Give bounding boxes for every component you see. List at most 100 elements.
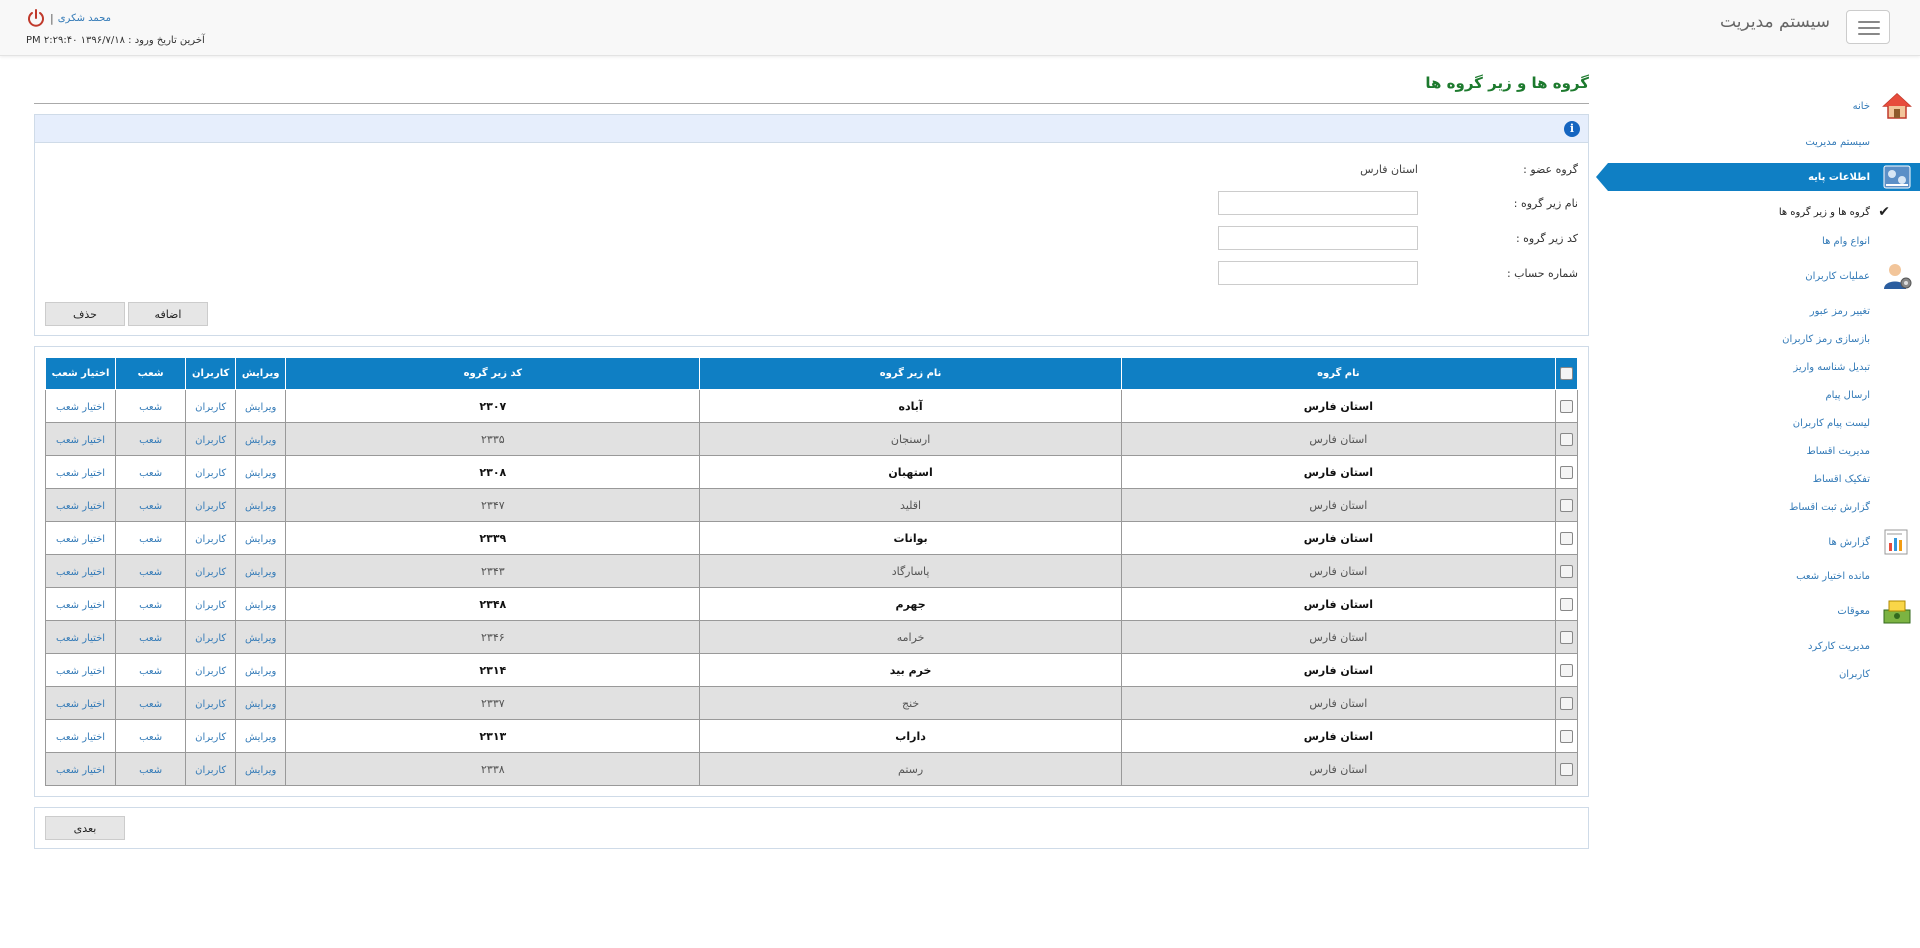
users-link[interactable]: کاربران <box>195 732 226 743</box>
sidebar-item-loan-types[interactable]: انواع وام ها <box>1608 227 1920 255</box>
edit-link[interactable]: ویرایش <box>245 435 276 446</box>
row-checkbox[interactable] <box>1560 465 1573 479</box>
branch-authority-link[interactable]: اختیار شعب <box>56 567 105 578</box>
edit-link-cell: ویرایش <box>235 488 287 522</box>
row-checkbox[interactable] <box>1560 630 1573 644</box>
branches-link[interactable]: شعب <box>139 501 162 512</box>
sidebar-item-performance-management[interactable]: مدیریت کارکرد <box>1608 632 1920 660</box>
row-select-cell <box>1555 455 1578 489</box>
row-checkbox[interactable] <box>1560 498 1573 512</box>
sidebar-item-reports[interactable]: گزارش ها <box>1608 528 1920 556</box>
users-link[interactable]: کاربران <box>195 468 226 479</box>
edit-link[interactable]: ویرایش <box>245 765 276 776</box>
branches-link[interactable]: شعب <box>139 732 162 743</box>
edit-link[interactable]: ویرایش <box>245 567 276 578</box>
subgroup-name-input[interactable] <box>1218 191 1418 215</box>
branch-authority-link[interactable]: اختیار شعب <box>56 501 105 512</box>
users-link[interactable]: کاربران <box>195 600 226 611</box>
users-link[interactable]: کاربران <box>195 534 226 545</box>
branches-link[interactable]: شعب <box>139 666 162 677</box>
edit-link-cell: ویرایش <box>235 620 287 654</box>
sidebar-item-installment-management[interactable]: مدیریت اقساط <box>1608 437 1920 465</box>
select-all-checkbox[interactable] <box>1560 367 1573 380</box>
branches-link[interactable]: شعب <box>139 402 162 413</box>
branch-authority-link[interactable]: اختیار شعب <box>56 435 105 446</box>
next-button[interactable]: بعدی <box>45 816 125 840</box>
row-checkbox[interactable] <box>1560 564 1573 578</box>
edit-link[interactable]: ویرایش <box>245 633 276 644</box>
row-checkbox[interactable] <box>1560 696 1573 710</box>
row-checkbox[interactable] <box>1560 729 1573 743</box>
sidebar-item-send-message[interactable]: ارسال پیام <box>1608 381 1920 409</box>
sidebar-item-convert-deposit-id[interactable]: تبدیل شناسه واریز <box>1608 353 1920 381</box>
branches-link[interactable]: شعب <box>139 534 162 545</box>
row-checkbox[interactable] <box>1560 663 1573 677</box>
users-link[interactable]: کاربران <box>195 435 226 446</box>
edit-link[interactable]: ویرایش <box>245 501 276 512</box>
branches-link[interactable]: شعب <box>139 765 162 776</box>
sidebar-item-installment-report[interactable]: گزارش ثبت اقساط <box>1608 493 1920 521</box>
power-icon[interactable] <box>26 8 46 28</box>
user-info: محمد شکری | <box>26 8 111 28</box>
users-link[interactable]: کاربران <box>195 501 226 512</box>
subgroup-code-input[interactable] <box>1218 226 1418 250</box>
sidebar-item-groups[interactable]: ✔ گروه ها و زیر گروه ها <box>1608 198 1920 226</box>
branches-link[interactable]: شعب <box>139 435 162 446</box>
users-link[interactable]: کاربران <box>195 402 226 413</box>
cell-subgroup-name: خرم بید <box>699 653 1122 687</box>
row-checkbox[interactable] <box>1560 762 1573 776</box>
row-checkbox[interactable] <box>1560 432 1573 446</box>
brand-title[interactable]: سیستم مدیریت <box>1720 12 1830 32</box>
row-checkbox[interactable] <box>1560 597 1573 611</box>
sidebar-item-branch-balance[interactable]: مانده اختیار شعب <box>1608 562 1920 590</box>
menu-toggle-button[interactable] <box>1846 10 1890 44</box>
branch-authority-link[interactable]: اختیار شعب <box>56 468 105 479</box>
row-checkbox[interactable] <box>1560 399 1573 413</box>
sidebar-item-home[interactable]: خانه <box>1608 92 1920 120</box>
user-name-link[interactable]: محمد شکری <box>58 13 111 24</box>
branch-authority-link[interactable]: اختیار شعب <box>56 699 105 710</box>
add-button[interactable]: اضافه <box>128 302 208 326</box>
header-users: کاربران <box>185 357 237 390</box>
edit-link[interactable]: ویرایش <box>245 534 276 545</box>
edit-link[interactable]: ویرایش <box>245 402 276 413</box>
sidebar-item-installment-split[interactable]: تفکیک اقساط <box>1608 465 1920 493</box>
users-link[interactable]: کاربران <box>195 633 226 644</box>
branch-authority-link[interactable]: اختیار شعب <box>56 600 105 611</box>
sidebar-item-user-operations[interactable]: عملیات کاربران <box>1608 262 1920 290</box>
sidebar-item-user-messages[interactable]: لیست پیام کاربران <box>1608 409 1920 437</box>
users-link[interactable]: کاربران <box>195 567 226 578</box>
branch-authority-link[interactable]: اختیار شعب <box>56 534 105 545</box>
sidebar-item-change-password[interactable]: تغییر رمز عبور <box>1608 297 1920 325</box>
cell-group-name: استان فارس <box>1120 521 1557 555</box>
branches-link[interactable]: شعب <box>139 600 162 611</box>
users-link[interactable]: کاربران <box>195 666 226 677</box>
branches-link[interactable]: شعب <box>139 468 162 479</box>
branches-link[interactable]: شعب <box>139 633 162 644</box>
sidebar-item-system-management[interactable]: سیستم مدیریت <box>1608 128 1920 156</box>
delete-button[interactable]: حذف <box>45 302 125 326</box>
sidebar-item-basic-info[interactable]: اطلاعات پایه <box>1596 163 1920 191</box>
branch-authority-link[interactable]: اختیار شعب <box>56 633 105 644</box>
edit-link[interactable]: ویرایش <box>245 600 276 611</box>
branches-link[interactable]: شعب <box>139 567 162 578</box>
branch-authority-link[interactable]: اختیار شعب <box>56 765 105 776</box>
report-chart-icon <box>1882 527 1912 557</box>
edit-link[interactable]: ویرایش <box>245 666 276 677</box>
branch-authority-link[interactable]: اختیار شعب <box>56 666 105 677</box>
users-link[interactable]: کاربران <box>195 765 226 776</box>
branch-authority-link[interactable]: اختیار شعب <box>56 732 105 743</box>
sidebar-item-overdue[interactable]: معوقات <box>1608 597 1920 625</box>
sidebar-item-reset-user-passwords[interactable]: بازسازی رمز کاربران <box>1608 325 1920 353</box>
edit-link[interactable]: ویرایش <box>245 732 276 743</box>
users-link[interactable]: کاربران <box>195 699 226 710</box>
account-number-input[interactable] <box>1218 261 1418 285</box>
branches-link-cell: شعب <box>115 422 187 456</box>
branch-authority-link[interactable]: اختیار شعب <box>56 402 105 413</box>
edit-link[interactable]: ویرایش <box>245 468 276 479</box>
edit-link[interactable]: ویرایش <box>245 699 276 710</box>
member-group-value: استان فارس <box>1360 163 1418 176</box>
sidebar-item-users[interactable]: کاربران <box>1608 660 1920 688</box>
row-checkbox[interactable] <box>1560 531 1573 545</box>
branches-link[interactable]: شعب <box>139 699 162 710</box>
